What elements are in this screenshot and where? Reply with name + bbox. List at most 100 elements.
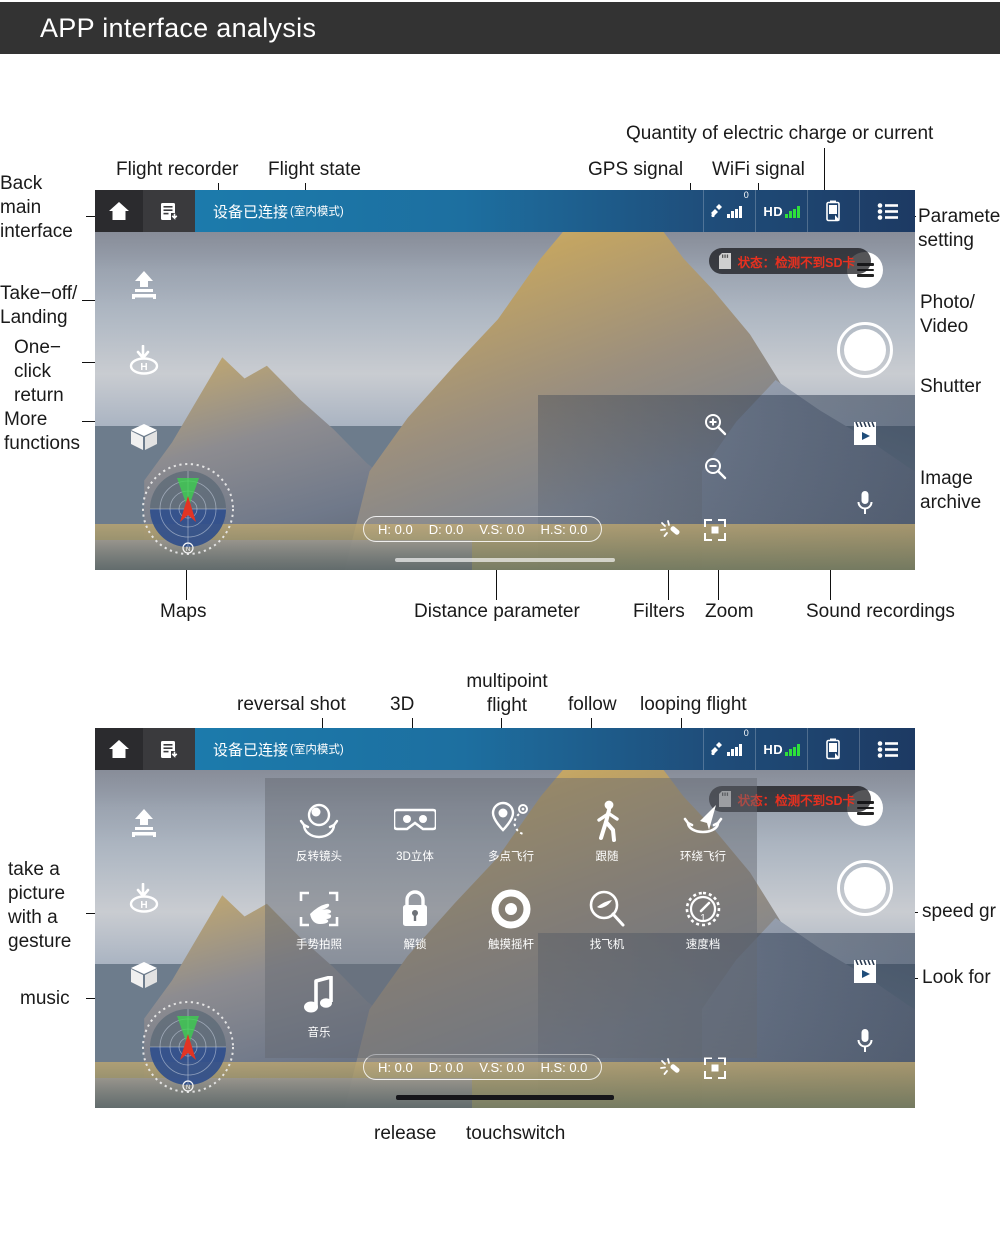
menu-item-reverse-camera[interactable]: 反转镜头 <box>271 790 367 878</box>
map-radar-widget-2[interactable]: N <box>139 998 237 1096</box>
left-tool-column: H <box>127 268 161 454</box>
shutter-button[interactable] <box>837 322 893 378</box>
walking-person-icon <box>592 798 622 844</box>
telemetry-vs: V.S: 0.0 <box>479 1059 525 1075</box>
menu-item-waypoint-flight[interactable]: 多点飞行 <box>463 790 559 878</box>
anno-parameter-setting: Parameter setting <box>918 206 1000 251</box>
gps-bars-2 <box>727 743 742 756</box>
anno-distance-parameter: Distance parameter <box>414 601 580 622</box>
home-button-2[interactable] <box>95 728 143 770</box>
menu-item-gesture-photo[interactable]: 手势拍照 <box>271 878 367 966</box>
more-functions-button-2[interactable] <box>127 958 161 992</box>
sound-recording-button-2[interactable] <box>855 1028 875 1054</box>
app-status-bar: 设备已连接 (室内模式) 0 HD <box>95 190 915 232</box>
magnifier-minus-icon[interactable] <box>703 456 727 480</box>
function-menu-grid: 反转镜头 3D立体 多点飞行 跟随 环绕飞行 手势拍照 解锁 触摸摇杆 找飞机 … <box>265 778 757 1058</box>
list-menu-icon <box>877 202 899 220</box>
menu-item-speed-gear[interactable]: 1 速度档 <box>655 878 751 966</box>
magnifier-plus-icon[interactable] <box>703 412 727 436</box>
takeoff-landing-button-2[interactable] <box>127 806 161 840</box>
padlock-icon <box>398 886 432 932</box>
svg-text:H: H <box>140 900 147 911</box>
status-badge-text: 状态：检测不到SD卡 <box>737 255 855 270</box>
anno-photo-video: Photo/ Video <box>920 292 975 337</box>
anno-touchswitch: touchswitch <box>466 1123 566 1144</box>
parameter-setting-button-2[interactable] <box>859 728 915 770</box>
map-radar-widget[interactable]: N <box>139 460 237 558</box>
battery-indicator-2[interactable] <box>807 728 859 770</box>
menu-label: 找飞机 <box>589 939 625 951</box>
film-play-icon <box>851 420 879 448</box>
flight-recorder-button[interactable] <box>143 190 195 232</box>
zoom-brackets-icon <box>703 1056 727 1080</box>
wifi-signal-indicator[interactable]: HD <box>755 190 807 232</box>
one-click-return-button[interactable]: H <box>127 344 161 378</box>
gps-count-2: 0 <box>743 728 749 738</box>
zoom-frame-button-2[interactable] <box>703 1056 727 1080</box>
anno-image-archive: Image archive <box>920 468 982 513</box>
right-tool-column-2 <box>837 790 893 1054</box>
menu-item-3d[interactable]: 3D立体 <box>367 790 463 878</box>
gps-signal-indicator-2[interactable]: 0 <box>703 728 755 770</box>
menu-label: 速度档 <box>685 939 721 951</box>
zoom-frame-button[interactable] <box>703 518 727 542</box>
leader-maps <box>186 568 188 600</box>
waypoint-pin-icon <box>489 798 533 844</box>
one-click-return-button-2[interactable]: H <box>127 882 161 916</box>
gps-signal-indicator[interactable]: 0 <box>703 190 755 232</box>
menu-item-unlock[interactable]: 解锁 <box>367 878 463 966</box>
anno-reversal-shot: reversal shot <box>237 694 346 715</box>
menu-label: 环绕飞行 <box>680 851 726 863</box>
left-tool-column-2: H <box>127 806 161 992</box>
filters-button-2[interactable] <box>658 1056 682 1080</box>
return-home-icon: H <box>127 883 161 915</box>
menu-label: 手势拍照 <box>296 939 342 951</box>
function-menu-overlay: 反转镜头 3D立体 多点飞行 跟随 环绕飞行 手势拍照 解锁 触摸摇杆 找飞机 … <box>265 778 757 1058</box>
filters-button[interactable] <box>658 518 682 542</box>
image-archive-button-2[interactable] <box>851 958 879 986</box>
film-play-icon <box>851 958 879 986</box>
joystick-icon <box>491 886 531 932</box>
flight-recorder-button-2[interactable] <box>143 728 195 770</box>
shutter-button-2[interactable] <box>837 860 893 916</box>
menu-item-orbit-flight[interactable]: 环绕飞行 <box>655 790 751 878</box>
anno-filters: Filters <box>633 601 685 622</box>
vr-goggles-icon <box>394 798 436 844</box>
sound-recording-button[interactable] <box>855 490 875 516</box>
flight-state-text: 设备已连接 (室内模式) <box>195 190 703 232</box>
home-button[interactable] <box>95 190 143 232</box>
cube-icon <box>129 960 159 990</box>
shutter-icon <box>844 329 886 371</box>
menu-item-follow[interactable]: 跟随 <box>559 790 655 878</box>
home-icon <box>108 201 130 221</box>
menu-label: 跟随 <box>595 851 619 863</box>
magic-wand-icon <box>658 1056 682 1080</box>
battery-icon <box>825 738 842 760</box>
telemetry-hs: H.S: 0.0 <box>540 521 588 537</box>
battery-indicator[interactable] <box>807 190 859 232</box>
wifi-signal-indicator-2[interactable]: HD <box>755 728 807 770</box>
orbit-plane-icon <box>682 798 724 844</box>
leader-zoom <box>718 568 720 600</box>
telemetry-d: D: 0.0 <box>428 521 464 537</box>
telemetry-h: H: 0.0 <box>378 1059 413 1075</box>
more-functions-button[interactable] <box>127 420 161 454</box>
status-main: 设备已连接 <box>213 203 289 221</box>
menu-item-touch-joystick[interactable]: 触摸摇杆 <box>463 878 559 966</box>
menu-item-find-plane[interactable]: 找飞机 <box>559 878 655 966</box>
menu-item-music[interactable]: 音乐 <box>271 966 367 1054</box>
anno-multipoint-flight: multipoint flight <box>466 671 548 716</box>
status-sub: (室内模式) <box>290 206 344 218</box>
home-icon <box>108 739 130 759</box>
anno-flight-recorder: Flight recorder <box>116 159 239 180</box>
parameter-setting-button[interactable] <box>859 190 915 232</box>
image-archive-button[interactable] <box>851 420 879 448</box>
menu-label: 触摸摇杆 <box>488 939 534 951</box>
speedometer-icon: 1 <box>683 886 723 932</box>
status-indicators: 0 HD <box>703 190 915 232</box>
anno-music: music <box>20 988 70 1009</box>
takeoff-landing-button[interactable] <box>127 268 161 302</box>
status-main: 设备已连接 <box>213 741 289 759</box>
telemetry-d: D: 0.0 <box>428 1059 464 1075</box>
shutter-icon <box>844 867 886 909</box>
